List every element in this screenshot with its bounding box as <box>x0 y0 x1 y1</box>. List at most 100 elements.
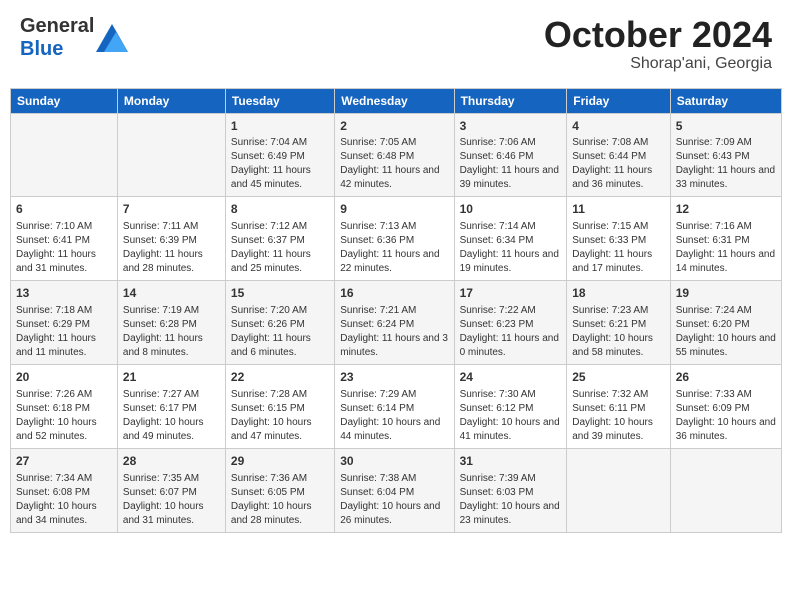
day-info: Sunrise: 7:15 AM Sunset: 6:33 PM Dayligh… <box>572 220 664 276</box>
day-info: Sunrise: 7:38 AM Sunset: 6:04 PM Dayligh… <box>340 472 448 528</box>
day-number: 26 <box>676 369 776 386</box>
calendar-body: 1Sunrise: 7:04 AM Sunset: 6:49 PM Daylig… <box>11 113 782 532</box>
day-number: 28 <box>123 453 220 470</box>
day-info: Sunrise: 7:29 AM Sunset: 6:14 PM Dayligh… <box>340 388 448 444</box>
title-block: October 2024 Shorap'ani, Georgia <box>544 15 772 73</box>
weekday-header-tuesday: Tuesday <box>225 88 334 113</box>
calendar-cell: 31Sunrise: 7:39 AM Sunset: 6:03 PM Dayli… <box>454 448 567 532</box>
day-info: Sunrise: 7:35 AM Sunset: 6:07 PM Dayligh… <box>123 472 220 528</box>
calendar-cell: 13 Sunrise: 7:18 AM Sunset: 6:29 PM Dayli… <box>11 281 118 365</box>
day-info: Sunrise: 7:36 AM Sunset: 6:05 PM Dayligh… <box>231 472 329 528</box>
weekday-header-saturday: Saturday <box>670 88 781 113</box>
calendar-cell: 30 Sunrise: 7:38 AM Sunset: 6:04 PM Dayli… <box>335 448 454 532</box>
weekday-header-sunday: Sunday <box>11 88 118 113</box>
day-number: 15 <box>231 285 329 302</box>
calendar-cell: 18Sunrise: 7:23 AM Sunset: 6:21 PM Dayli… <box>567 281 670 365</box>
day-number: 6 <box>16 201 112 218</box>
day-info: Sunrise: 7:13 AM Sunset: 6:36 PM Dayligh… <box>340 220 448 276</box>
calendar-cell: 19 Sunrise: 7:24 AM Sunset: 6:20 PM Dayli… <box>670 281 781 365</box>
day-number: 25 <box>572 369 664 386</box>
logo: General Blue <box>20 15 128 61</box>
calendar-cell: 17Sunrise: 7:22 AM Sunset: 6:23 PM Dayli… <box>454 281 567 365</box>
weekday-header-friday: Friday <box>567 88 670 113</box>
day-number: 19 <box>676 285 776 302</box>
day-info: Sunrise: 7:10 AM Sunset: 6:41 PM Dayligh… <box>16 220 112 276</box>
calendar-cell: 4Sunrise: 7:08 AM Sunset: 6:44 PM Daylig… <box>567 113 670 197</box>
day-number: 16 <box>340 285 448 302</box>
day-number: 20 <box>16 369 112 386</box>
logo-wordmark: General Blue <box>20 15 94 61</box>
day-info: Sunrise: 7:11 AM Sunset: 6:39 PM Dayligh… <box>123 220 220 276</box>
calendar-header: SundayMondayTuesdayWednesdayThursdayFrid… <box>11 88 782 113</box>
calendar-cell: 10 Sunrise: 7:14 AM Sunset: 6:34 PM Dayli… <box>454 197 567 281</box>
day-info: Sunrise: 7:24 AM Sunset: 6:20 PM Dayligh… <box>676 304 776 360</box>
weekday-header-wednesday: Wednesday <box>335 88 454 113</box>
day-number: 2 <box>340 118 448 135</box>
day-info: Sunrise: 7:19 AM Sunset: 6:28 PM Dayligh… <box>123 304 220 360</box>
calendar-table: SundayMondayTuesdayWednesdayThursdayFrid… <box>10 88 782 533</box>
calendar-cell: 5Sunrise: 7:09 AM Sunset: 6:43 PM Daylig… <box>670 113 781 197</box>
day-info: Sunrise: 7:20 AM Sunset: 6:26 PM Dayligh… <box>231 304 329 360</box>
calendar-cell: 26 Sunrise: 7:33 AM Sunset: 6:09 PM Dayli… <box>670 364 781 448</box>
day-number: 3 <box>460 118 562 135</box>
calendar-cell: 11 Sunrise: 7:15 AM Sunset: 6:33 PM Dayli… <box>567 197 670 281</box>
calendar-cell: 12 Sunrise: 7:16 AM Sunset: 6:31 PM Dayli… <box>670 197 781 281</box>
calendar-cell: 28 Sunrise: 7:35 AM Sunset: 6:07 PM Dayli… <box>117 448 225 532</box>
weekday-row: SundayMondayTuesdayWednesdayThursdayFrid… <box>11 88 782 113</box>
calendar-cell: 9Sunrise: 7:13 AM Sunset: 6:36 PM Daylig… <box>335 197 454 281</box>
calendar-cell <box>670 448 781 532</box>
day-number: 31 <box>460 453 562 470</box>
calendar-cell: 2Sunrise: 7:05 AM Sunset: 6:48 PM Daylig… <box>335 113 454 197</box>
day-number: 4 <box>572 118 664 135</box>
day-number: 7 <box>123 201 220 218</box>
day-info: Sunrise: 7:33 AM Sunset: 6:09 PM Dayligh… <box>676 388 776 444</box>
calendar-cell: 29 Sunrise: 7:36 AM Sunset: 6:05 PM Dayli… <box>225 448 334 532</box>
calendar-cell: 8Sunrise: 7:12 AM Sunset: 6:37 PM Daylig… <box>225 197 334 281</box>
calendar-cell: 20 Sunrise: 7:26 AM Sunset: 6:18 PM Dayli… <box>11 364 118 448</box>
calendar-cell <box>11 113 118 197</box>
calendar-cell: 25Sunrise: 7:32 AM Sunset: 6:11 PM Dayli… <box>567 364 670 448</box>
day-number: 29 <box>231 453 329 470</box>
day-number: 11 <box>572 201 664 218</box>
calendar-cell: 23 Sunrise: 7:29 AM Sunset: 6:14 PM Dayli… <box>335 364 454 448</box>
calendar-week-row: 27 Sunrise: 7:34 AM Sunset: 6:08 PM Dayli… <box>11 448 782 532</box>
day-info: Sunrise: 7:30 AM Sunset: 6:12 PM Dayligh… <box>460 388 562 444</box>
day-number: 13 <box>16 285 112 302</box>
logo-general-text: General <box>20 15 94 37</box>
day-info: Sunrise: 7:28 AM Sunset: 6:15 PM Dayligh… <box>231 388 329 444</box>
day-info: Sunrise: 7:04 AM Sunset: 6:49 PM Dayligh… <box>231 136 329 192</box>
day-number: 24 <box>460 369 562 386</box>
logo-icon <box>96 24 128 52</box>
day-info: Sunrise: 7:12 AM Sunset: 6:37 PM Dayligh… <box>231 220 329 276</box>
calendar-week-row: 13 Sunrise: 7:18 AM Sunset: 6:29 PM Dayli… <box>11 281 782 365</box>
calendar-cell: 27 Sunrise: 7:34 AM Sunset: 6:08 PM Dayli… <box>11 448 118 532</box>
day-number: 30 <box>340 453 448 470</box>
calendar-cell: 21Sunrise: 7:27 AM Sunset: 6:17 PM Dayli… <box>117 364 225 448</box>
day-info: Sunrise: 7:08 AM Sunset: 6:44 PM Dayligh… <box>572 136 664 192</box>
day-info: Sunrise: 7:16 AM Sunset: 6:31 PM Dayligh… <box>676 220 776 276</box>
calendar-week-row: 20 Sunrise: 7:26 AM Sunset: 6:18 PM Dayli… <box>11 364 782 448</box>
calendar-cell: 1Sunrise: 7:04 AM Sunset: 6:49 PM Daylig… <box>225 113 334 197</box>
calendar-cell: 24 Sunrise: 7:30 AM Sunset: 6:12 PM Dayli… <box>454 364 567 448</box>
day-info: Sunrise: 7:09 AM Sunset: 6:43 PM Dayligh… <box>676 136 776 192</box>
calendar-cell <box>117 113 225 197</box>
day-number: 12 <box>676 201 776 218</box>
calendar-cell: 15 Sunrise: 7:20 AM Sunset: 6:26 PM Dayli… <box>225 281 334 365</box>
calendar-cell: 22 Sunrise: 7:28 AM Sunset: 6:15 PM Dayli… <box>225 364 334 448</box>
day-info: Sunrise: 7:34 AM Sunset: 6:08 PM Dayligh… <box>16 472 112 528</box>
day-number: 27 <box>16 453 112 470</box>
day-info: Sunrise: 7:05 AM Sunset: 6:48 PM Dayligh… <box>340 136 448 192</box>
weekday-header-thursday: Thursday <box>454 88 567 113</box>
day-info: Sunrise: 7:23 AM Sunset: 6:21 PM Dayligh… <box>572 304 664 360</box>
calendar-week-row: 6 Sunrise: 7:10 AM Sunset: 6:41 PM Daylig… <box>11 197 782 281</box>
day-info: Sunrise: 7:14 AM Sunset: 6:34 PM Dayligh… <box>460 220 562 276</box>
day-number: 5 <box>676 118 776 135</box>
logo-blue-text: Blue <box>20 38 63 60</box>
day-info: Sunrise: 7:26 AM Sunset: 6:18 PM Dayligh… <box>16 388 112 444</box>
calendar-cell: 14Sunrise: 7:19 AM Sunset: 6:28 PM Dayli… <box>117 281 225 365</box>
day-number: 23 <box>340 369 448 386</box>
day-number: 22 <box>231 369 329 386</box>
day-number: 10 <box>460 201 562 218</box>
day-number: 17 <box>460 285 562 302</box>
day-info: Sunrise: 7:18 AM Sunset: 6:29 PM Dayligh… <box>16 304 112 360</box>
